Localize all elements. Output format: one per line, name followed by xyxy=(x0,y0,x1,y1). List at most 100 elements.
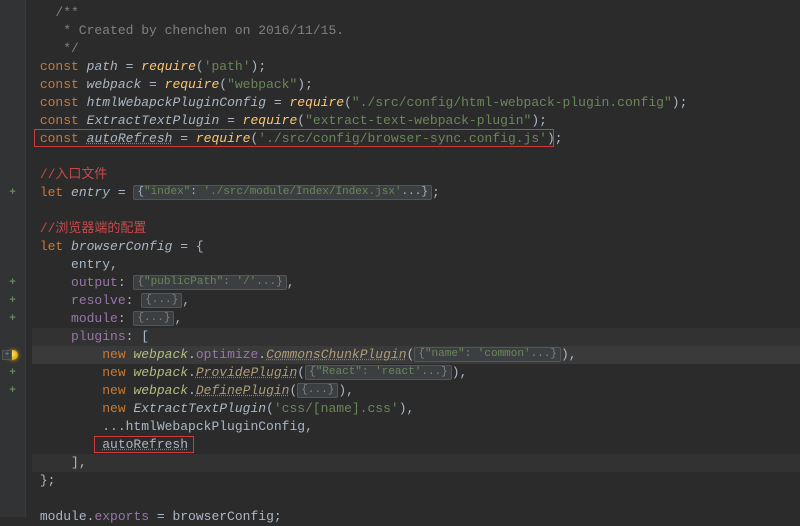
folded-region[interactable]: {...} xyxy=(141,293,182,308)
code-area[interactable]: /** * Created by chenchen on 2016/11/15.… xyxy=(26,0,800,517)
identifier: htmlWebapckPluginConfig xyxy=(126,419,305,434)
keyword: new xyxy=(102,347,125,362)
code-line[interactable]: module: {...}, xyxy=(32,310,800,328)
diff-added-icon: + xyxy=(9,310,16,328)
code-line[interactable]: const path = require('path'); xyxy=(32,58,800,76)
obj: webpack xyxy=(133,347,188,362)
code-line[interactable]: ...htmlWebapckPluginConfig, xyxy=(32,418,800,436)
folded-region[interactable]: {"React": 'react'...} xyxy=(305,365,452,380)
gutter-row xyxy=(0,94,25,112)
fn-require: require xyxy=(243,113,298,128)
code-line[interactable]: const htmlWebapckPluginConfig = require(… xyxy=(32,94,800,112)
identifier: autoRefresh xyxy=(87,131,173,146)
keyword: new xyxy=(102,365,125,380)
code-line[interactable]: new webpack.optimize.CommonsChunkPlugin(… xyxy=(32,346,800,364)
code-line[interactable]: const webpack = require("webpack"); xyxy=(32,76,800,94)
code-line[interactable]: new webpack.ProvidePlugin({"React": 'rea… xyxy=(32,364,800,382)
code-line[interactable]: */ xyxy=(32,40,800,58)
code-line[interactable]: new webpack.DefinePlugin({...}), xyxy=(32,382,800,400)
gutter-row: + xyxy=(0,310,25,328)
code-line[interactable]: new ExtractTextPlugin('css/[name].css'), xyxy=(32,400,800,418)
gutter-row xyxy=(0,148,25,166)
bracket: : [ xyxy=(126,329,149,344)
code-line[interactable]: //入口文件 xyxy=(32,166,800,184)
folded-region[interactable]: {"publicPath": '/'...} xyxy=(133,275,286,290)
keyword: const xyxy=(40,59,79,74)
class: ExtractTextPlugin xyxy=(133,401,266,416)
gutter-row xyxy=(0,472,25,490)
code-line[interactable]: entry, xyxy=(32,256,800,274)
code-line[interactable]: ], xyxy=(32,454,800,472)
code-line[interactable]: let browserConfig = { xyxy=(32,238,800,256)
semi: ; xyxy=(305,77,313,92)
gutter-row xyxy=(0,202,25,220)
code-line[interactable]: resolve: {...}, xyxy=(32,292,800,310)
fn-require: require xyxy=(289,95,344,110)
diff-added-icon: + xyxy=(9,382,16,400)
code-line[interactable]: }; xyxy=(32,472,800,490)
code-line[interactable]: autoRefresh xyxy=(32,436,800,454)
spread: ... xyxy=(102,419,125,434)
op: = xyxy=(141,77,164,92)
code-line[interactable] xyxy=(32,148,800,166)
folded-region[interactable]: {"name": 'common'...} xyxy=(414,347,561,362)
op: = xyxy=(266,95,289,110)
gutter-row xyxy=(0,436,25,454)
semi: ; xyxy=(258,59,266,74)
folded-region[interactable]: {...} xyxy=(133,311,174,326)
gutter-row[interactable]: + xyxy=(0,346,25,364)
comma: , xyxy=(174,311,182,326)
string: 'css/[name].css' xyxy=(274,401,399,416)
gutter-row: + xyxy=(0,184,25,202)
string: "./src/config/html-webpack-plugin.config… xyxy=(352,95,672,110)
diff-added-icon: + xyxy=(9,364,16,382)
code-line[interactable]: //浏览器端的配置 xyxy=(32,220,800,238)
gutter-row xyxy=(0,454,25,472)
gutter-row xyxy=(0,238,25,256)
code-line[interactable]: module.exports = browserConfig; xyxy=(32,508,800,526)
gutter: + + + + + + + xyxy=(0,0,26,517)
fn-require: require xyxy=(196,131,251,146)
property: entry xyxy=(71,257,110,272)
semi: ; xyxy=(680,95,688,110)
expand-icon[interactable]: + xyxy=(2,350,12,360)
gutter-row xyxy=(0,76,25,94)
code-line[interactable]: const ExtractTextPlugin = require("extra… xyxy=(32,112,800,130)
identifier: entry xyxy=(71,185,110,200)
code-line[interactable]: /** xyxy=(32,4,800,22)
semi: ; xyxy=(432,185,440,200)
code-line[interactable] xyxy=(32,202,800,220)
gutter-row xyxy=(0,328,25,346)
code-line[interactable]: const autoRefresh = require('./src/confi… xyxy=(32,130,800,148)
gutter-row xyxy=(0,400,25,418)
code-editor: + + + + + + + /** * Created by chenchen … xyxy=(0,0,800,517)
code-line[interactable] xyxy=(32,490,800,508)
code-line[interactable]: let entry = {"index": './src/module/Inde… xyxy=(32,184,800,202)
keyword: new xyxy=(102,401,125,416)
folded-region[interactable]: {"index": './src/module/Index/Index.jsx'… xyxy=(133,185,432,200)
comma: , xyxy=(110,257,118,272)
obj: webpack xyxy=(133,365,188,380)
comment: */ xyxy=(55,41,78,56)
identifier: ExtractTextPlugin xyxy=(87,113,220,128)
diff-added-icon: + xyxy=(9,274,16,292)
keyword: const xyxy=(40,77,79,92)
gutter-row: + xyxy=(0,364,25,382)
code-line[interactable]: * Created by chenchen on 2016/11/15. xyxy=(32,22,800,40)
code-line[interactable]: output: {"publicPath": '/'...}, xyxy=(32,274,800,292)
identifier: autoRefresh xyxy=(102,437,188,452)
brace: }; xyxy=(40,473,56,488)
obj: webpack xyxy=(133,383,188,398)
semi: ; xyxy=(539,113,547,128)
gutter-row: + xyxy=(0,382,25,400)
fn-require: require xyxy=(165,77,220,92)
code-line[interactable]: plugins: [ xyxy=(32,328,800,346)
brace: = { xyxy=(172,239,203,254)
bracket: ], xyxy=(71,455,87,470)
keyword: const xyxy=(40,113,79,128)
gutter-row xyxy=(0,40,25,58)
string: "extract-text-webpack-plugin" xyxy=(305,113,531,128)
class: CommonsChunkPlugin xyxy=(266,347,406,362)
comment: /** xyxy=(55,5,78,20)
folded-region[interactable]: {...} xyxy=(297,383,338,398)
